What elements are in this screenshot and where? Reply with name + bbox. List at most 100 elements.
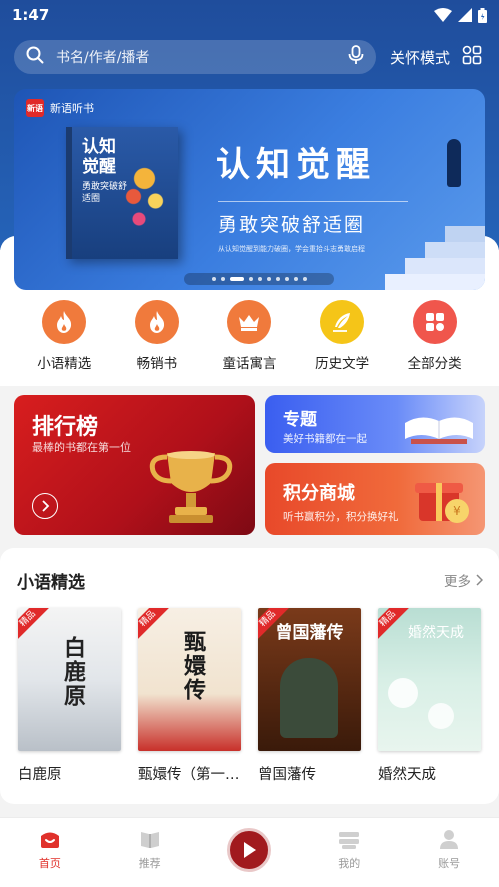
open-book-icon bbox=[401, 403, 477, 451]
ranking-title: 排行榜 bbox=[32, 415, 99, 440]
banner-book-cover: 认知觉醒 勇敢突破舒适圈 bbox=[66, 127, 178, 259]
bottom-nav: 首页 推荐 我的 账号 bbox=[0, 817, 499, 887]
home-icon bbox=[40, 832, 59, 848]
flame-icon bbox=[42, 300, 87, 344]
book-list: 白鹿原 精品 白鹿原 甄嬛传 精品 甄嬛传（第一部） 曾国藩传 精品 曾国藩传 … bbox=[18, 608, 481, 784]
nav-recommend[interactable]: 推荐 bbox=[115, 828, 185, 871]
category-item[interactable]: 全部分类 bbox=[395, 300, 475, 380]
nav-label: 账号 bbox=[438, 857, 461, 870]
book-title: 甄嬛传（第一部） bbox=[138, 767, 241, 783]
banner-headline: 认知觉醒 bbox=[216, 145, 376, 185]
carousel-dot[interactable] bbox=[220, 277, 225, 281]
carousel-dot[interactable] bbox=[229, 277, 244, 281]
trophy-icon bbox=[141, 445, 241, 533]
category-item[interactable]: 小语精选 bbox=[24, 300, 104, 380]
cover-text: 婚然天成 bbox=[408, 625, 464, 641]
topic-title: 专题 bbox=[283, 410, 317, 430]
ranking-subtitle: 最棒的书都在第一位 bbox=[32, 441, 131, 454]
carousel-dot[interactable] bbox=[275, 277, 280, 281]
book-card[interactable]: 白鹿原 精品 白鹿原 bbox=[18, 608, 121, 784]
stairs-illustration bbox=[385, 195, 485, 290]
flower-illustration bbox=[428, 703, 454, 729]
category-row: 小语精选 畅销书 童话寓言 历史文学 全部分类 bbox=[0, 300, 499, 380]
ranking-arrow-button[interactable] bbox=[32, 493, 58, 519]
tree-illustration bbox=[117, 147, 172, 237]
book-cover: 婚然天成 精品 bbox=[378, 608, 481, 751]
brand-text: 新语听书 bbox=[50, 102, 94, 115]
search-icon bbox=[26, 46, 44, 68]
book-cover: 白鹿原 精品 bbox=[18, 608, 121, 751]
nav-player[interactable] bbox=[214, 828, 284, 872]
bookshelf-icon bbox=[339, 832, 360, 849]
nav-account[interactable]: 账号 bbox=[414, 828, 484, 871]
ranking-card[interactable]: 排行榜 最棒的书都在第一位 bbox=[14, 395, 255, 535]
featured-section: 小语精选 更多 白鹿原 精品 白鹿原 甄嬛传 精品 甄嬛传（第一部） 曾国藩传 … bbox=[0, 548, 499, 804]
carousel-dot[interactable] bbox=[248, 277, 253, 281]
apps-grid-icon[interactable] bbox=[462, 45, 482, 69]
more-link[interactable]: 更多 bbox=[444, 570, 483, 590]
topic-subtitle: 美好书籍都在一起 bbox=[283, 433, 367, 445]
quill-icon bbox=[320, 300, 365, 344]
brand-logo: 新语 bbox=[26, 99, 44, 117]
section-title: 小语精选 bbox=[17, 573, 85, 593]
chevron-right-icon bbox=[476, 574, 483, 586]
points-title: 积分商城 bbox=[283, 483, 355, 504]
carousel-dot[interactable] bbox=[302, 277, 307, 281]
cover-text: 甄嬛传 bbox=[180, 630, 205, 702]
points-subtitle: 听书赢积分，积分换好礼 bbox=[283, 511, 399, 523]
banner-cover-title: 认知觉醒 bbox=[82, 137, 116, 177]
carousel-dot[interactable] bbox=[293, 277, 298, 281]
category-label: 畅销书 bbox=[136, 356, 178, 372]
book-card[interactable]: 曾国藩传 精品 曾国藩传 bbox=[258, 608, 361, 784]
status-time: 1:47 bbox=[12, 6, 50, 24]
book-title: 曾国藩传 bbox=[258, 767, 316, 783]
carousel-dot[interactable] bbox=[266, 277, 271, 281]
nav-mine[interactable]: 我的 bbox=[314, 828, 384, 871]
battery-icon bbox=[478, 7, 487, 23]
cover-text: 白鹿原 bbox=[60, 636, 85, 708]
play-button[interactable] bbox=[227, 828, 272, 872]
status-bar: 1:47 bbox=[0, 0, 499, 30]
svg-text:¥: ¥ bbox=[453, 504, 461, 518]
topic-card[interactable]: 专题 美好书籍都在一起 bbox=[265, 395, 485, 453]
flame-icon bbox=[134, 300, 179, 344]
premium-badge: 精品 bbox=[18, 608, 50, 641]
book-cover: 甄嬛传 精品 bbox=[138, 608, 241, 751]
play-icon bbox=[244, 842, 257, 858]
nav-home[interactable]: 首页 bbox=[15, 828, 85, 871]
gift-icon: ¥ bbox=[405, 473, 475, 533]
carousel-dot[interactable] bbox=[211, 277, 216, 281]
search-row: 书名/作者/播者 关怀模式 bbox=[14, 40, 494, 74]
book-card[interactable]: 婚然天成 精品 婚然天成 bbox=[378, 608, 481, 784]
more-label: 更多 bbox=[444, 574, 471, 590]
signal-icon bbox=[458, 8, 472, 22]
category-label: 全部分类 bbox=[407, 356, 462, 372]
carousel-dot[interactable] bbox=[257, 277, 262, 281]
chevron-right-icon bbox=[42, 500, 50, 512]
microphone-icon[interactable] bbox=[348, 45, 364, 69]
search-input[interactable]: 书名/作者/播者 bbox=[14, 40, 376, 74]
book-title: 婚然天成 bbox=[378, 767, 436, 783]
nav-label: 推荐 bbox=[138, 857, 161, 870]
category-item[interactable]: 历史文学 bbox=[302, 300, 382, 380]
wifi-icon bbox=[434, 8, 452, 22]
care-mode-button[interactable]: 关怀模式 bbox=[390, 47, 450, 68]
grid-icon bbox=[412, 300, 457, 344]
premium-badge: 精品 bbox=[138, 608, 170, 641]
user-icon bbox=[440, 830, 459, 849]
nav-label: 我的 bbox=[338, 857, 361, 870]
category-item[interactable]: 畅销书 bbox=[117, 300, 197, 380]
book-card[interactable]: 甄嬛传 精品 甄嬛传（第一部） bbox=[138, 608, 241, 784]
premium-badge: 精品 bbox=[378, 608, 410, 641]
nav-label: 首页 bbox=[38, 857, 61, 870]
carousel-indicator bbox=[184, 273, 334, 285]
book-title: 白鹿原 bbox=[18, 767, 62, 783]
carousel-dot[interactable] bbox=[284, 277, 289, 281]
figure-illustration bbox=[447, 139, 461, 187]
points-mall-card[interactable]: 积分商城 听书赢积分，积分换好礼 ¥ bbox=[265, 463, 485, 535]
category-label: 历史文学 bbox=[315, 356, 370, 372]
promo-banner[interactable]: 新语 新语听书 认知觉醒 勇敢突破舒适圈 认知觉醒 勇敢突破舒适圈 从认知觉醒到… bbox=[14, 89, 485, 290]
category-item[interactable]: 童话寓言 bbox=[209, 300, 289, 380]
book-cover: 曾国藩传 精品 bbox=[258, 608, 361, 751]
crown-icon bbox=[227, 300, 272, 344]
